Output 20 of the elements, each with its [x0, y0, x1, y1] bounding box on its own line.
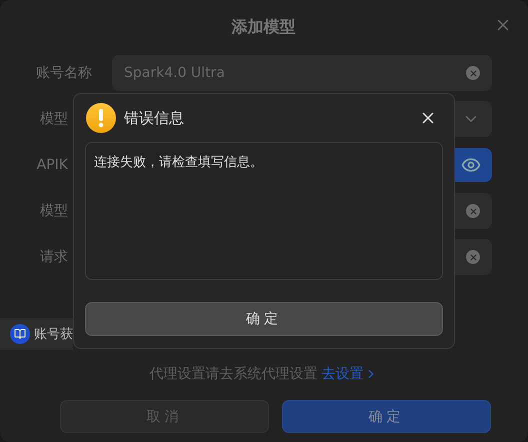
- clear-icon[interactable]: [466, 204, 480, 218]
- proxy-note: 代理设置请去系统代理设置: [150, 365, 318, 383]
- error-message: 连接失败，请检查填写信息。: [85, 142, 443, 280]
- tab-label: 账号获: [34, 326, 73, 343]
- clear-icon[interactable]: [466, 66, 480, 80]
- dialog-title: 添加模型: [232, 16, 296, 38]
- field-label: 模型: [39, 202, 69, 220]
- field-label: 模型: [39, 110, 69, 128]
- field-label: 账号名称: [35, 64, 92, 82]
- side-tab[interactable]: 账号获: [0, 318, 73, 350]
- field-label: APIK: [36, 157, 69, 173]
- ok-button[interactable]: 确定: [85, 302, 443, 336]
- field-label: 请求: [39, 248, 69, 266]
- error-title: 错误信息: [124, 108, 185, 128]
- input-field[interactable]: Spark4.0 Ultra: [112, 55, 492, 91]
- confirm-button[interactable]: 确定: [282, 400, 491, 433]
- warning-icon: [86, 103, 116, 133]
- clear-icon[interactable]: [466, 250, 480, 264]
- settings-link[interactable]: 去设置: [322, 365, 378, 383]
- book-icon: [10, 324, 30, 344]
